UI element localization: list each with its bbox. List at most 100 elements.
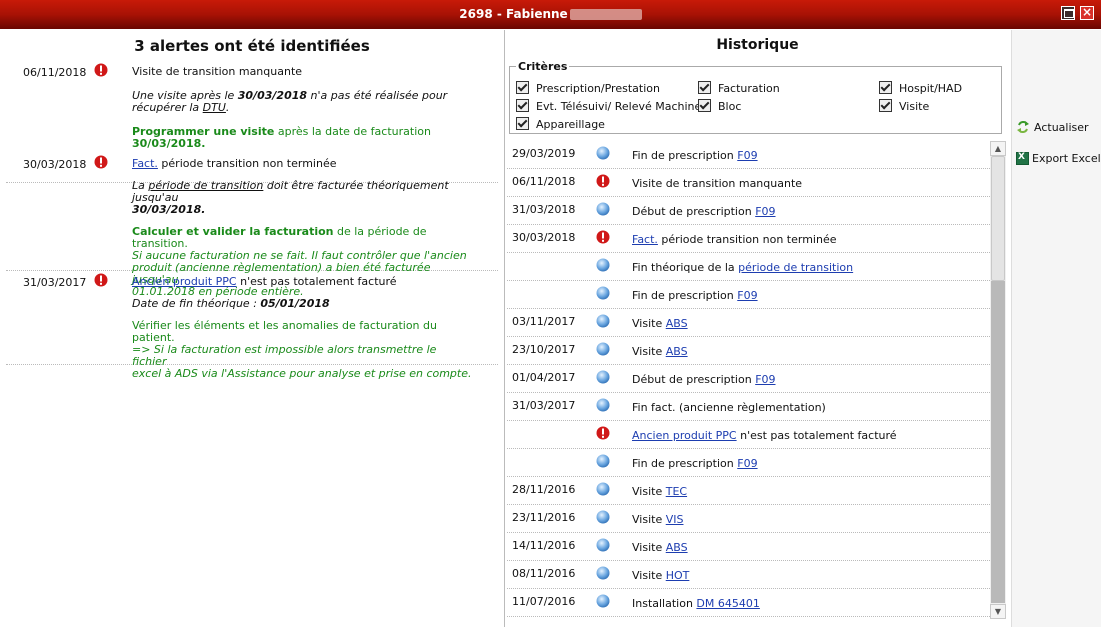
checkbox-telesuivi[interactable]: Evt. Télésuivi/ Relevé Machine bbox=[516, 99, 701, 113]
alert-description: La période de transition doit être factu… bbox=[132, 180, 472, 204]
checkbox-icon[interactable] bbox=[698, 81, 711, 94]
text: Visite bbox=[632, 317, 666, 330]
error-icon bbox=[596, 174, 610, 191]
history-text: Visite TEC bbox=[632, 485, 687, 498]
text: période transition non terminée bbox=[157, 157, 337, 170]
text: Début de prescription bbox=[632, 373, 756, 386]
checkbox-prescription[interactable]: Prescription/Prestation bbox=[516, 81, 660, 95]
history-row: 01/04/2017 Début de prescription F09 bbox=[507, 365, 992, 393]
history-link[interactable]: F09 bbox=[755, 205, 775, 218]
history-link[interactable]: F09 bbox=[755, 373, 775, 386]
fact-link[interactable]: Fact. bbox=[132, 157, 158, 170]
text: . bbox=[225, 101, 230, 114]
history-link[interactable]: Fact. bbox=[632, 233, 658, 246]
maximize-button[interactable] bbox=[1061, 6, 1075, 20]
history-text: Fin de prescription F09 bbox=[632, 457, 758, 470]
history-link[interactable]: ABS bbox=[666, 345, 688, 358]
history-link[interactable]: DM 645401 bbox=[696, 597, 759, 610]
history-date: 29/03/2019 bbox=[512, 147, 576, 160]
history-row: 08/11/2016 Visite HOT bbox=[507, 561, 992, 589]
info-icon bbox=[596, 454, 610, 471]
checkbox-icon[interactable] bbox=[698, 99, 711, 112]
history-row: Ancien produit PPC n'est pas totalement … bbox=[507, 421, 992, 449]
checkbox-icon[interactable] bbox=[879, 99, 892, 112]
history-text: Fact. période transition non terminée bbox=[632, 233, 836, 246]
alert-description: récupérer la DTU. bbox=[132, 102, 472, 114]
checkbox-label: Visite bbox=[899, 100, 930, 113]
alert-date: 31/03/2017 bbox=[23, 276, 87, 289]
history-link[interactable]: F09 bbox=[737, 457, 757, 470]
scroll-up-button[interactable]: ▲ bbox=[990, 141, 1006, 156]
history-row: 23/10/2017 Visite ABS bbox=[507, 337, 992, 365]
alerts-panel: 3 alertes ont été identifiées 06/11/2018… bbox=[6, 30, 498, 627]
history-row: Fin théorique de la période de transitio… bbox=[507, 253, 992, 281]
info-icon bbox=[596, 202, 610, 219]
criteria-legend: Critères bbox=[518, 60, 568, 73]
checkbox-icon[interactable] bbox=[516, 81, 529, 94]
text: Installation bbox=[632, 597, 697, 610]
history-link[interactable]: VIS bbox=[666, 513, 684, 526]
history-link[interactable]: ABS bbox=[666, 541, 688, 554]
history-date: 06/11/2018 bbox=[512, 175, 576, 188]
info-icon bbox=[596, 482, 610, 499]
history-text: Visite ABS bbox=[632, 541, 688, 554]
checkbox-label: Appareillage bbox=[536, 118, 605, 131]
refresh-button[interactable]: Actualiser bbox=[1016, 120, 1089, 134]
history-link[interactable]: F09 bbox=[737, 289, 757, 302]
history-panel: Historique Critères Prescription/Prestat… bbox=[505, 30, 1010, 627]
history-link[interactable]: F09 bbox=[737, 149, 757, 162]
checkbox-label: Prescription/Prestation bbox=[536, 82, 660, 95]
text: n'est pas totalement facturé bbox=[736, 429, 897, 442]
alert-date: 06/11/2018 bbox=[23, 66, 87, 79]
info-icon bbox=[596, 314, 610, 331]
history-link[interactable]: période de transition bbox=[738, 261, 853, 274]
checkbox-facturation[interactable]: Facturation bbox=[698, 81, 780, 95]
history-link[interactable]: Ancien produit PPC bbox=[632, 429, 737, 442]
text: n'a pas été réalisée pour bbox=[307, 89, 448, 102]
error-icon bbox=[596, 426, 610, 443]
history-text: Visite ABS bbox=[632, 317, 688, 330]
history-row: 23/11/2016 Visite VIS bbox=[507, 505, 992, 533]
history-link[interactable]: HOT bbox=[666, 569, 690, 582]
scroll-down-button[interactable]: ▼ bbox=[990, 604, 1006, 619]
checkbox-icon[interactable] bbox=[516, 117, 529, 130]
history-text: Début de prescription F09 bbox=[632, 205, 776, 218]
history-link[interactable]: TEC bbox=[666, 485, 687, 498]
checkbox-icon[interactable] bbox=[516, 99, 529, 112]
text: Fin fact. (ancienne règlementation) bbox=[632, 401, 826, 414]
history-text: Installation DM 645401 bbox=[632, 597, 760, 610]
export-excel-button[interactable]: Export Excel bbox=[1016, 152, 1101, 165]
window-title-container: 2698 - Fabienne bbox=[0, 7, 1101, 21]
text: Date de fin théorique : bbox=[132, 297, 261, 310]
alert-title: Visite de transition manquante bbox=[132, 65, 303, 78]
scroll-thumb[interactable] bbox=[991, 156, 1005, 281]
close-button[interactable]: × bbox=[1080, 6, 1094, 20]
alerts-heading: 3 alertes ont été identifiées bbox=[134, 37, 370, 55]
text: Visite bbox=[632, 541, 666, 554]
alert-title: Fact. période transition non terminée bbox=[132, 158, 472, 170]
alert-date: 30/03/2018 bbox=[23, 158, 87, 171]
excel-icon bbox=[1016, 152, 1029, 165]
checkbox-icon[interactable] bbox=[879, 81, 892, 94]
text: Visite bbox=[632, 513, 666, 526]
checkbox-label: Hospit/HAD bbox=[899, 82, 963, 95]
history-list: 29/03/2019 Fin de prescription F09 06/11/2… bbox=[507, 141, 992, 627]
dtu-link[interactable]: DTU bbox=[203, 101, 226, 114]
history-date: 31/03/2017 bbox=[512, 399, 576, 412]
checkbox-appareillage[interactable]: Appareillage bbox=[516, 117, 605, 131]
info-icon bbox=[596, 566, 610, 583]
alert-action: excel à ADS via l'Assistance pour analys… bbox=[132, 367, 472, 380]
text: n'est pas totalement facturé bbox=[236, 275, 397, 288]
history-scrollbar[interactable]: ▲ ▼ bbox=[990, 141, 1006, 619]
checkbox-visite[interactable]: Visite bbox=[879, 99, 929, 113]
history-row: Fin de prescription F09 bbox=[507, 281, 992, 309]
history-date: 31/03/2018 bbox=[512, 203, 576, 216]
info-icon bbox=[596, 538, 610, 555]
text: période transition non terminée bbox=[657, 233, 837, 246]
history-link[interactable]: ABS bbox=[666, 317, 688, 330]
scroll-track-lower[interactable] bbox=[991, 281, 1005, 603]
ancien-produit-link[interactable]: Ancien produit PPC bbox=[132, 275, 237, 288]
checkbox-hospit[interactable]: Hospit/HAD bbox=[879, 81, 962, 95]
text: Fin de prescription bbox=[632, 289, 738, 302]
checkbox-bloc[interactable]: Bloc bbox=[698, 99, 741, 113]
